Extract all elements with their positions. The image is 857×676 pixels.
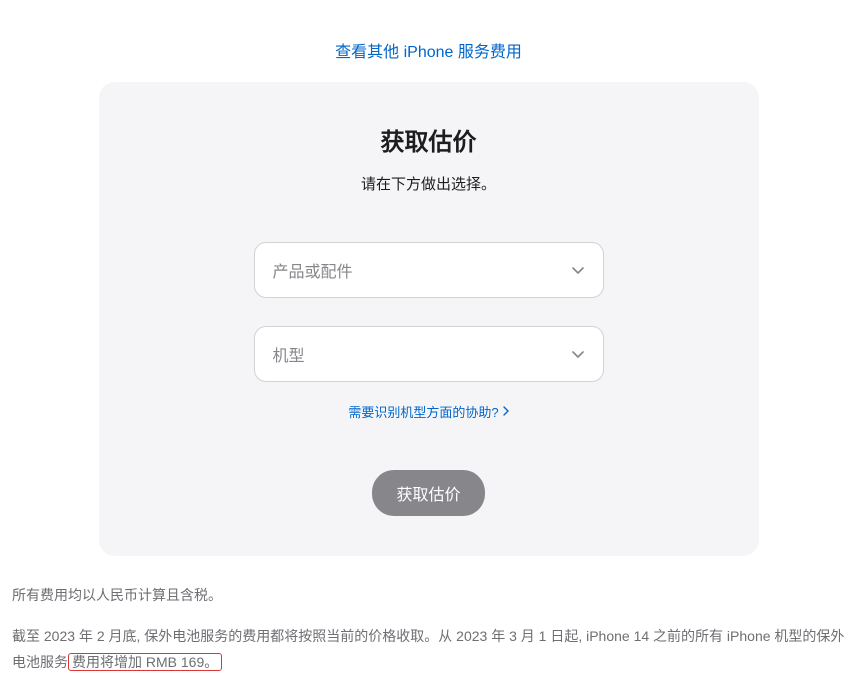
help-link-container: 需要识别机型方面的协助? xyxy=(119,402,739,422)
price-increase-highlight: 费用将增加 RMB 169。 xyxy=(68,653,222,671)
chevron-right-icon xyxy=(503,404,509,419)
product-select-wrapper: 产品或配件 xyxy=(254,242,604,298)
help-link-text: 需要识别机型方面的协助? xyxy=(348,402,498,421)
get-estimate-button[interactable]: 获取估价 xyxy=(372,470,484,516)
top-link-container: 查看其他 iPhone 服务费用 xyxy=(0,0,857,82)
product-select-placeholder: 产品或配件 xyxy=(273,258,353,282)
chevron-down-icon xyxy=(571,347,585,361)
view-other-services-link[interactable]: 查看其他 iPhone 服务费用 xyxy=(335,44,522,61)
footer-line-1: 所有费用均以人民币计算且含税。 xyxy=(12,582,845,609)
product-select[interactable]: 产品或配件 xyxy=(254,242,604,298)
identify-model-help-link[interactable]: 需要识别机型方面的协助? xyxy=(348,402,508,421)
footer-text: 所有费用均以人民币计算且含税。 截至 2023 年 2 月底, 保外电池服务的费… xyxy=(0,556,857,676)
card-title: 获取估价 xyxy=(119,122,739,157)
model-select[interactable]: 机型 xyxy=(254,326,604,382)
chevron-down-icon xyxy=(571,263,585,277)
model-select-placeholder: 机型 xyxy=(273,342,305,366)
card-subtitle: 请在下方做出选择。 xyxy=(119,173,739,194)
model-select-wrapper: 机型 xyxy=(254,326,604,382)
footer-line-2: 截至 2023 年 2 月底, 保外电池服务的费用都将按照当前的价格收取。从 2… xyxy=(12,623,845,676)
estimate-card: 获取估价 请在下方做出选择。 产品或配件 机型 需要识别机型方面的协助? 获取估… xyxy=(99,82,759,556)
